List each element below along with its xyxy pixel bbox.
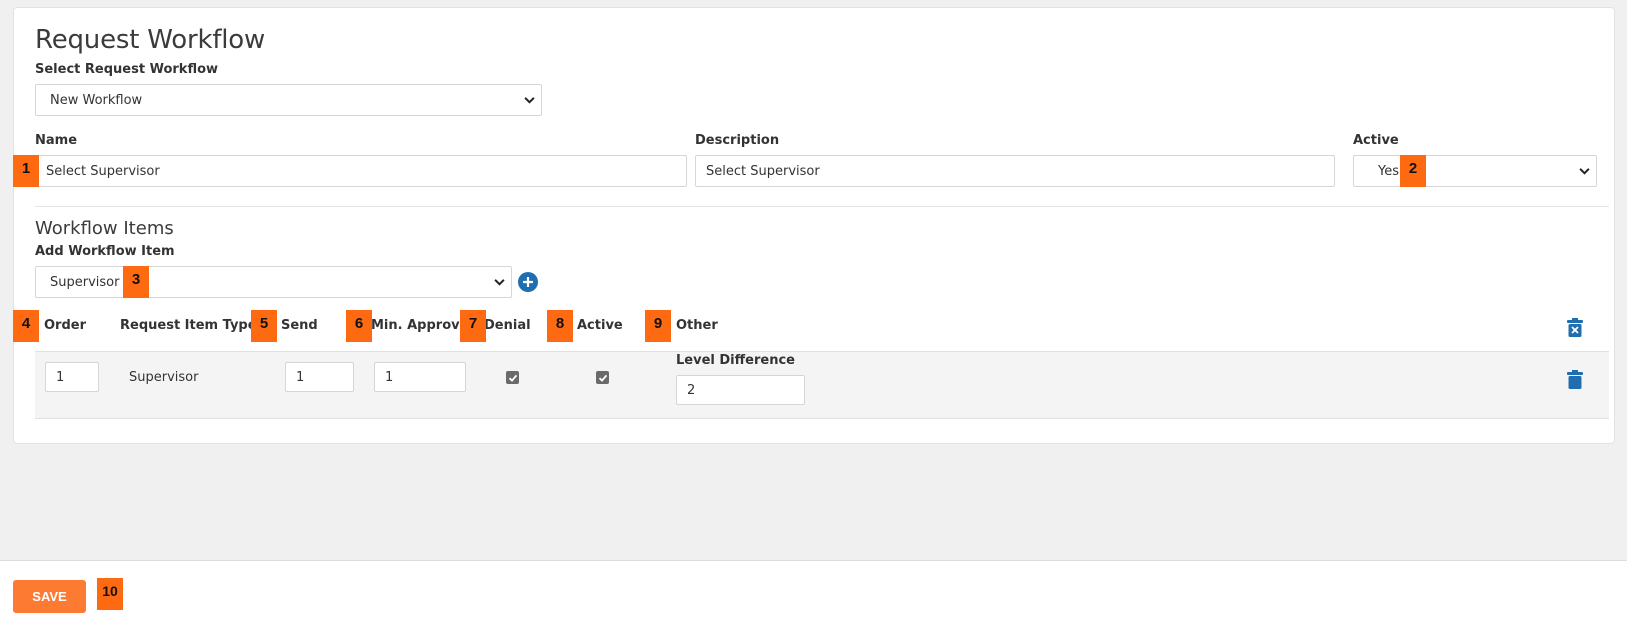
level-difference-label: Level Difference <box>676 353 795 368</box>
footer-bar: SAVE 10 <box>0 560 1627 622</box>
annotation-badge-6: 6 <box>346 310 372 342</box>
send-input-value: 1 <box>296 369 305 385</box>
min-approved-input-value: 1 <box>385 369 394 385</box>
annotation-badge-2: 2 <box>1400 155 1426 187</box>
chevron-down-icon <box>1579 168 1590 175</box>
description-input-value: Select Supervisor <box>706 163 820 179</box>
chevron-down-icon <box>494 279 505 286</box>
add-workflow-item-dropdown[interactable]: Supervisor <box>35 266 512 298</box>
annotation-badge-7: 7 <box>460 310 486 342</box>
plus-circle-icon[interactable] <box>518 272 538 292</box>
add-workflow-item-label: Add Workflow Item <box>35 244 175 259</box>
description-input[interactable]: Select Supervisor <box>695 155 1335 187</box>
name-label: Name <box>35 133 78 148</box>
order-input[interactable]: 1 <box>45 362 99 392</box>
level-difference-input[interactable]: 2 <box>676 375 805 405</box>
col-order: Order <box>44 318 86 333</box>
description-label: Description <box>695 133 780 148</box>
send-input[interactable]: 1 <box>285 362 354 392</box>
select-workflow-dropdown[interactable]: New Workflow <box>35 84 542 116</box>
active-label: Active <box>1353 133 1399 148</box>
denial-checkbox[interactable] <box>506 371 519 384</box>
select-workflow-value: New Workflow <box>50 92 143 108</box>
name-input[interactable]: Select Supervisor <box>35 155 687 187</box>
annotation-badge-3: 3 <box>123 266 149 298</box>
name-input-value: Select Supervisor <box>46 163 160 179</box>
table-row <box>35 351 1609 419</box>
save-button[interactable]: SAVE <box>13 580 86 613</box>
col-other: Other <box>676 318 718 333</box>
min-approved-input[interactable]: 1 <box>374 362 466 392</box>
col-active: Active <box>577 318 623 333</box>
workflow-card: Request Workflow Select Request Workflow… <box>13 7 1615 444</box>
section-divider <box>35 206 1609 207</box>
page-title: Request Workflow <box>35 25 266 55</box>
add-workflow-item-value: Supervisor <box>50 274 120 290</box>
col-denial: Denial <box>484 318 531 333</box>
trash-icon[interactable] <box>1567 370 1583 389</box>
chevron-down-icon <box>524 97 535 104</box>
active-dropdown[interactable]: Yes <box>1353 155 1597 187</box>
checkmark-icon <box>508 374 517 382</box>
annotation-badge-5: 5 <box>251 310 277 342</box>
order-input-value: 1 <box>56 369 65 385</box>
select-workflow-label: Select Request Workflow <box>35 62 219 77</box>
annotation-badge-4: 4 <box>13 310 39 342</box>
annotation-badge-8: 8 <box>547 310 573 342</box>
active-checkbox[interactable] <box>596 371 609 384</box>
annotation-badge-10: 10 <box>97 578 123 610</box>
col-request-item-type: Request Item Type <box>120 318 257 333</box>
annotation-badge-9: 9 <box>645 310 671 342</box>
level-difference-input-value: 2 <box>687 382 696 398</box>
active-value: Yes <box>1378 163 1399 179</box>
request-item-type-value: Supervisor <box>129 370 199 385</box>
trash-x-icon[interactable] <box>1567 318 1583 337</box>
workflow-items-title: Workflow Items <box>35 218 174 239</box>
annotation-badge-1: 1 <box>13 155 39 187</box>
checkmark-icon <box>598 374 607 382</box>
col-send: Send <box>281 318 318 333</box>
